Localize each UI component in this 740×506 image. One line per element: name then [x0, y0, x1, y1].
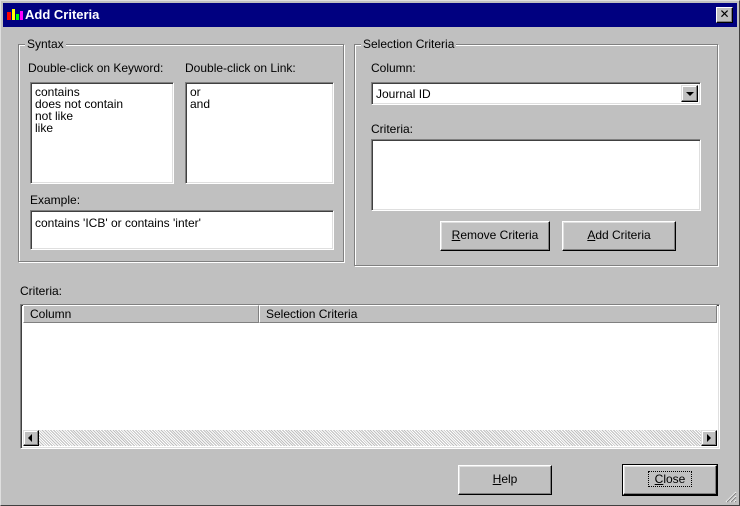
criteria-grid[interactable]: Column Selection Criteria: [20, 304, 720, 449]
remove-mnemonic: R: [451, 228, 461, 242]
remove-criteria-button[interactable]: Remove Criteria: [440, 221, 550, 251]
scroll-left-button[interactable]: [23, 430, 39, 446]
scroll-right-button[interactable]: [701, 430, 717, 446]
add-criteria-button[interactable]: Add Criteria: [562, 221, 676, 251]
close-button[interactable]: Close: [622, 464, 718, 496]
help-button[interactable]: Help: [458, 465, 552, 495]
selection-criteria-legend: Selection Criteria: [361, 37, 457, 51]
close-label: lose: [663, 472, 686, 486]
add-criteria-dialog: Add Criteria ✕ Syntax Double-click on Ke…: [0, 0, 740, 506]
horizontal-scrollbar[interactable]: [23, 430, 717, 446]
criteria-input-label: Criteria:: [371, 122, 414, 136]
help-label: elp: [501, 472, 518, 486]
grid-header-column[interactable]: Column: [23, 305, 259, 323]
add-label: dd Criteria: [595, 228, 651, 242]
title-bar[interactable]: Add Criteria ✕: [3, 3, 737, 27]
example-text: contains 'ICB' or contains 'inter': [35, 216, 201, 230]
example-label: Example:: [30, 193, 81, 207]
keyword-list-item[interactable]: like: [31, 122, 173, 134]
link-label: Double-click on Link:: [185, 61, 296, 75]
dropdown-arrow-button[interactable]: [681, 85, 698, 102]
criteria-input-text: [372, 140, 700, 146]
syntax-group-legend: Syntax: [25, 37, 66, 51]
grid-header-selection-criteria[interactable]: Selection Criteria: [259, 305, 717, 323]
close-window-button[interactable]: ✕: [716, 7, 733, 23]
app-icon: [7, 9, 23, 20]
remove-label: emove Criteria: [460, 228, 539, 242]
arrow-left-icon: [28, 434, 32, 442]
close-icon: ✕: [719, 7, 730, 21]
keyword-listbox[interactable]: contains does not contain not like like: [30, 82, 174, 184]
syntax-group: Syntax Double-click on Keyword: Double-c…: [18, 37, 344, 262]
close-focus-rect: Close: [647, 471, 693, 487]
column-dropdown[interactable]: Journal ID: [371, 82, 701, 105]
column-label: Column:: [371, 61, 416, 75]
arrow-right-icon: [707, 434, 711, 442]
selection-criteria-group: Selection Criteria Column: Journal ID Cr…: [354, 37, 718, 266]
criteria-list-label: Criteria:: [20, 284, 63, 298]
resize-grip-icon[interactable]: [725, 491, 737, 503]
chevron-down-icon: [686, 92, 694, 96]
example-field: contains 'ICB' or contains 'inter': [30, 210, 334, 250]
link-list-item[interactable]: and: [186, 98, 333, 110]
scroll-track[interactable]: [39, 430, 701, 446]
criteria-input[interactable]: [371, 139, 701, 211]
column-dropdown-value: Journal ID: [376, 87, 431, 101]
window-title: Add Criteria: [25, 7, 100, 22]
link-listbox[interactable]: or and: [185, 82, 334, 184]
keyword-label: Double-click on Keyword:: [28, 61, 164, 75]
